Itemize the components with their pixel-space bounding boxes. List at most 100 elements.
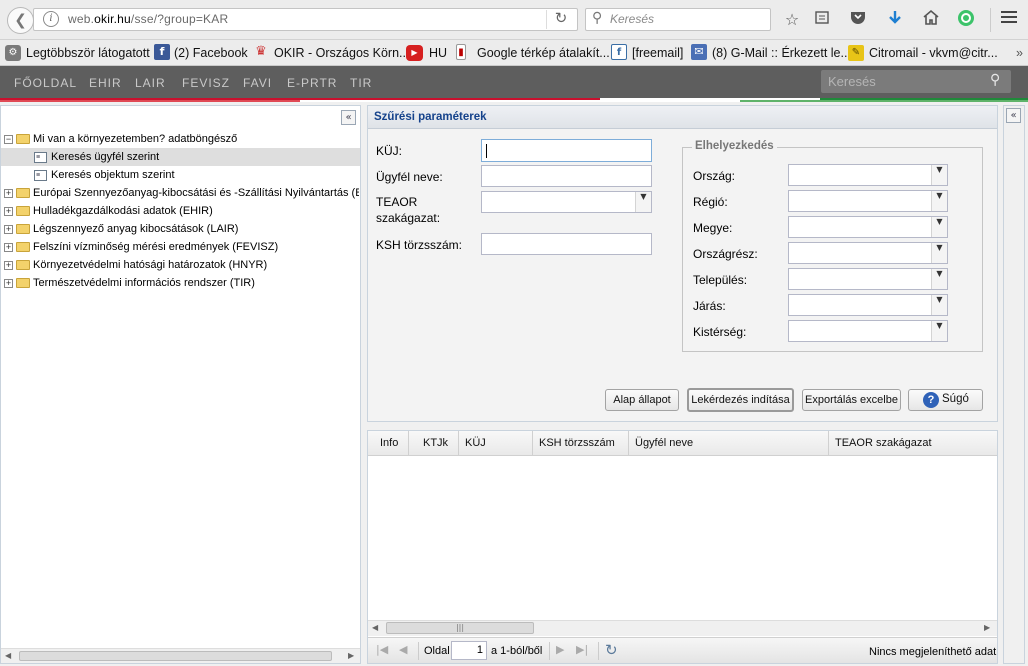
query-button[interactable]: Lekérdezés indítása — [687, 388, 794, 412]
prev-page-icon[interactable]: ◀ — [399, 643, 407, 656]
extension-icon[interactable] — [955, 9, 977, 31]
tree-node-search-object[interactable]: ≡ Keresés objektum szerint — [34, 166, 175, 184]
tree-node-lair[interactable]: + Légszennyező anyag kibocsátások (LAIR) — [4, 220, 238, 238]
nav-item-tir[interactable]: TIR — [350, 76, 372, 90]
reading-list-icon[interactable] — [811, 9, 833, 31]
home-icon[interactable] — [920, 9, 942, 31]
menu-icon[interactable] — [998, 9, 1020, 31]
page-number-input[interactable]: 1 — [451, 641, 487, 660]
county-select[interactable]: ▼ — [788, 216, 948, 238]
bookmark-item[interactable]: ✎ — [848, 44, 864, 61]
info-icon[interactable]: i — [43, 11, 59, 27]
scroll-right-icon[interactable]: ▶ — [984, 623, 990, 632]
refresh-icon[interactable]: ↻ — [605, 641, 618, 659]
bookmark-item[interactable]: ✉ — [691, 44, 707, 60]
country-part-select[interactable]: ▼ — [788, 242, 948, 264]
back-icon[interactable]: ❮ — [7, 7, 34, 34]
nav-item-fevisz[interactable]: FEVISZ — [182, 76, 230, 90]
star-icon[interactable]: ☆ — [781, 9, 803, 31]
chevron-down-icon[interactable]: ▼ — [931, 191, 947, 211]
tree-node-eprtr[interactable]: + Európai Szennyezőanyag-kibocsátási és -… — [4, 184, 359, 202]
grid-scroll-thumb[interactable]: ||| — [386, 622, 534, 634]
pocket-icon[interactable] — [847, 9, 869, 31]
tree-node-tir[interactable]: + Természetvédelmi információs rendszer (… — [4, 274, 255, 292]
chevron-down-icon[interactable]: ▼ — [931, 165, 947, 185]
bookmark-label[interactable]: [freemail] — [632, 46, 683, 60]
bookmark-item[interactable]: ▶ — [406, 44, 423, 61]
citromail-icon: ✎ — [848, 45, 864, 61]
plus-icon[interactable]: + — [4, 206, 13, 216]
kuj-input[interactable] — [481, 139, 652, 162]
country-select[interactable]: ▼ — [788, 164, 948, 186]
export-excel-button[interactable]: Exportálás excelbe — [802, 389, 901, 411]
bookmark-label[interactable]: HU — [429, 46, 447, 60]
bookmark-item[interactable]: f — [611, 44, 627, 60]
minus-icon[interactable]: − — [4, 134, 13, 144]
plus-icon[interactable]: + — [4, 188, 13, 198]
plus-icon[interactable]: + — [4, 242, 13, 252]
tree-node-root[interactable]: − Mi van a környezetemben? adatböngésző — [4, 130, 237, 148]
bookmark-label[interactable]: Legtöbbször látogatott — [26, 46, 150, 60]
district-select[interactable]: ▼ — [788, 294, 948, 316]
next-page-icon[interactable]: ▶ — [556, 643, 564, 656]
chevron-down-icon[interactable]: ▼ — [635, 192, 651, 212]
expand-right-icon[interactable]: « — [1006, 108, 1021, 123]
nav-item-favi[interactable]: FAVI — [243, 76, 272, 90]
download-icon[interactable] — [884, 9, 906, 31]
col-kuj[interactable]: KÜJ — [459, 431, 533, 455]
client-name-input[interactable] — [481, 165, 652, 187]
youtube-icon: ▶ — [406, 45, 423, 61]
plus-icon[interactable]: + — [4, 278, 13, 288]
bookmark-label[interactable]: Google térkép átalakít... — [477, 46, 610, 60]
nav-item-eprtr[interactable]: E-PRTR — [287, 76, 337, 90]
col-ksh[interactable]: KSH törzsszám — [533, 431, 629, 455]
bookmark-item[interactable]: ⚙ — [5, 44, 21, 61]
chevron-down-icon[interactable]: ▼ — [931, 321, 947, 341]
bookmark-label[interactable]: (8) G-Mail :: Érkezett le... — [712, 46, 851, 60]
chevron-down-icon[interactable]: ▼ — [931, 243, 947, 263]
scroll-left-icon[interactable]: ◀ — [5, 651, 11, 660]
nav-item-lair[interactable]: LAIR — [135, 76, 166, 90]
region-select[interactable]: ▼ — [788, 190, 948, 212]
col-info[interactable]: Info — [368, 431, 409, 455]
tree-node-ehir[interactable]: + Hulladékgazdálkodási adatok (EHIR) — [4, 202, 213, 220]
url-text[interactable]: web.okir.hu/sse/?group=KAR — [68, 12, 228, 26]
col-client-name[interactable]: Ügyfél neve — [629, 431, 829, 455]
district-label: Járás: — [693, 299, 726, 313]
bookmark-label[interactable]: (2) Facebook — [174, 46, 248, 60]
chevron-down-icon[interactable]: ▼ — [931, 295, 947, 315]
tree-node-label: Keresés ügyfél szerint — [51, 151, 160, 163]
help-button[interactable]: ? Súgó — [908, 389, 983, 411]
col-teaor[interactable]: TEAOR szakágazat — [829, 431, 997, 455]
site-search-icon[interactable]: ⚲ — [990, 72, 1000, 88]
bookmark-item[interactable]: f — [154, 44, 170, 60]
bookmarks-overflow-icon[interactable]: » — [1016, 46, 1023, 60]
nav-item-ehir[interactable]: EHIR — [89, 76, 122, 90]
ksh-input[interactable] — [481, 233, 652, 255]
nav-item-fooldal[interactable]: FŐOLDAL — [14, 76, 77, 90]
teaor-select[interactable]: ▼ — [481, 191, 652, 213]
scroll-left-icon[interactable]: ◀ — [372, 623, 378, 632]
scroll-right-icon[interactable]: ▶ — [348, 651, 354, 660]
flag-stripes — [0, 98, 1028, 102]
last-page-icon[interactable]: ▶| — [576, 643, 588, 656]
collapse-left-icon[interactable]: « — [341, 110, 356, 125]
bookmark-item[interactable]: ▮ — [456, 44, 466, 60]
bookmark-label[interactable]: Citromail - vkvm@citr... — [869, 46, 998, 60]
settlement-select[interactable]: ▼ — [788, 268, 948, 290]
tree-node-hnyr[interactable]: + Környezetvédelmi hatósági határozatok (… — [4, 256, 267, 274]
chevron-down-icon[interactable]: ▼ — [931, 217, 947, 237]
plus-icon[interactable]: + — [4, 224, 13, 234]
bookmark-label[interactable]: OKIR - Országos Körn... — [274, 46, 409, 60]
subregion-select[interactable]: ▼ — [788, 320, 948, 342]
reset-button[interactable]: Alap állapot — [605, 389, 679, 411]
col-ktjk[interactable]: KTJk — [409, 431, 459, 455]
reload-icon[interactable]: ↻ — [550, 9, 572, 29]
tree-node-search-client[interactable]: ≡ Keresés ügyfél szerint — [34, 148, 159, 166]
tree-node-fevisz[interactable]: + Felszíni vízminőség mérési eredmények (… — [4, 238, 278, 256]
chevron-down-icon[interactable]: ▼ — [931, 269, 947, 289]
tree-scroll-thumb[interactable] — [19, 651, 332, 661]
plus-icon[interactable]: + — [4, 260, 13, 270]
bookmark-item[interactable]: ♛ — [253, 44, 269, 60]
first-page-icon[interactable]: |◀ — [376, 643, 388, 656]
